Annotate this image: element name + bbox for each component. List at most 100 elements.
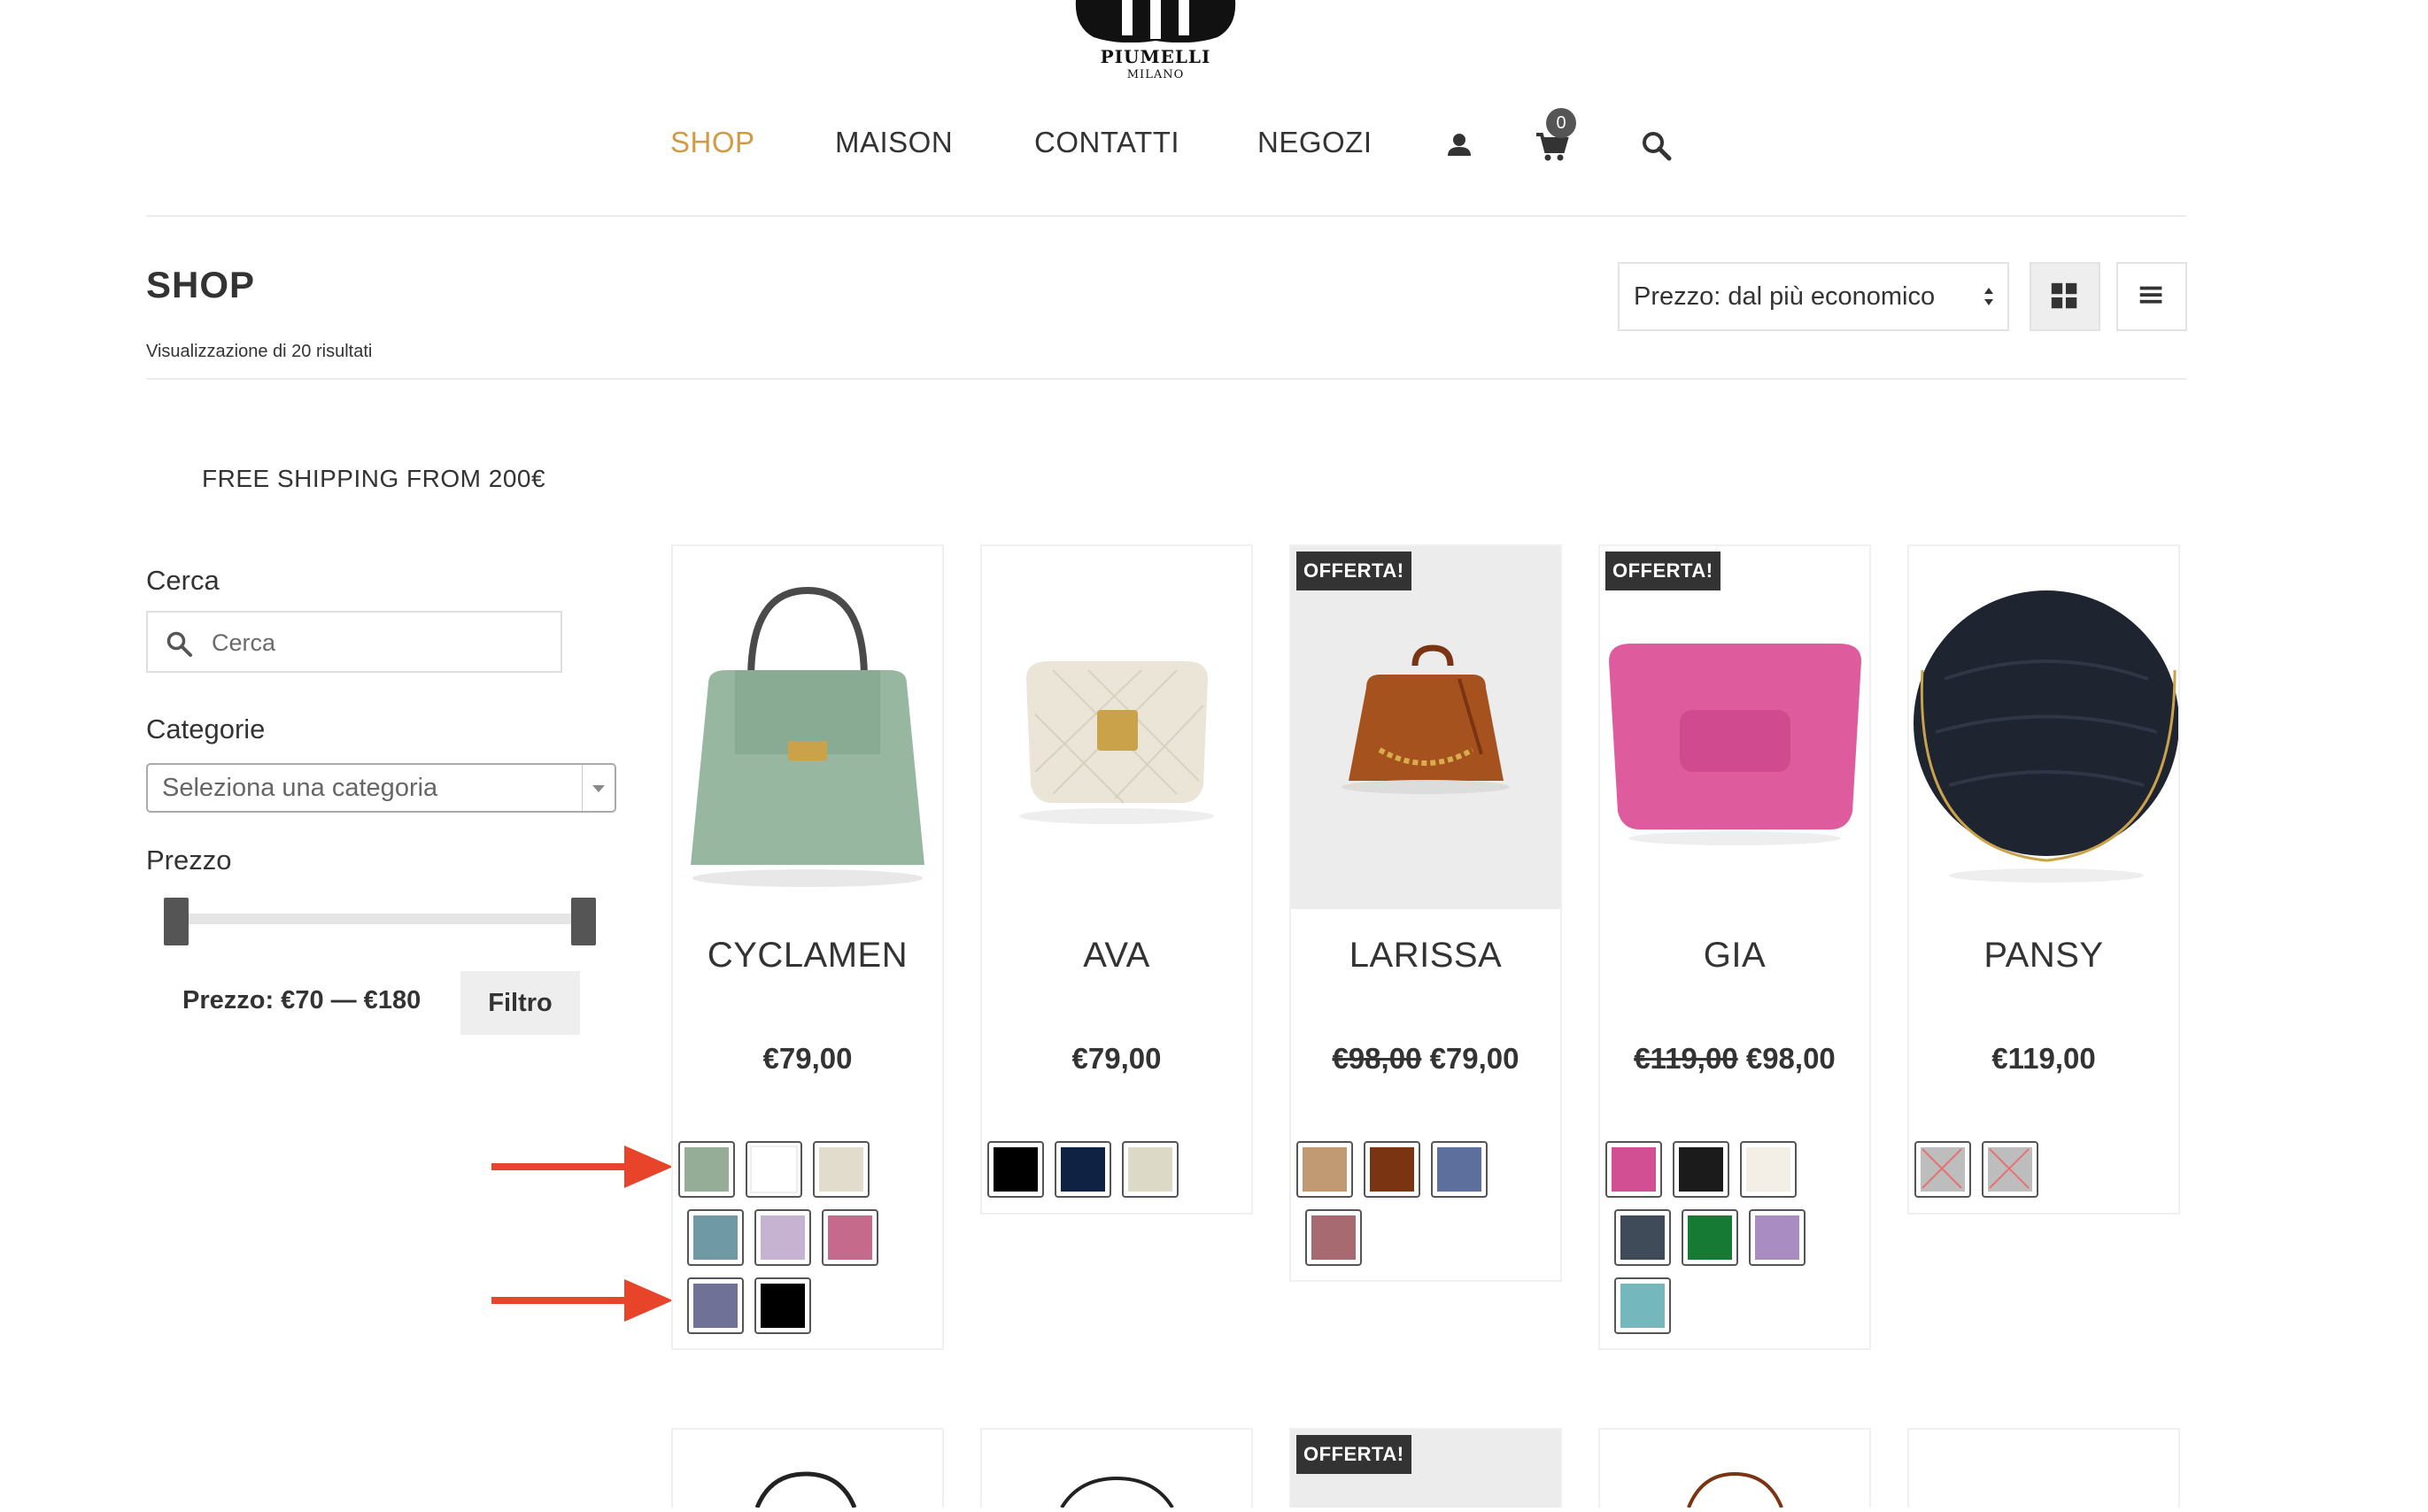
- annotation-arrow-icon: [491, 1146, 673, 1188]
- color-swatch[interactable]: [678, 1141, 735, 1198]
- swatch-aqua: [1619, 1282, 1666, 1330]
- product-name[interactable]: GIA: [1600, 936, 1869, 976]
- price-slider-max-handle[interactable]: [571, 898, 596, 945]
- product-image-handbag[interactable]: [673, 1430, 942, 1508]
- color-swatch[interactable]: [1055, 1141, 1111, 1198]
- color-swatch[interactable]: [1305, 1209, 1362, 1266]
- swatch-green: [1686, 1214, 1734, 1261]
- price-range-label: Prezzo: €70 — €180: [182, 986, 421, 1014]
- price-widget-title: Prezzo: [146, 845, 232, 876]
- list-view-button[interactable]: [2116, 262, 2187, 331]
- product-price: €119,00 €98,00: [1600, 1042, 1869, 1076]
- color-swatch-unavailable[interactable]: [1914, 1141, 1971, 1198]
- product-card[interactable]: [980, 1428, 1253, 1509]
- swatch-denim: [1435, 1146, 1483, 1193]
- product-image-handbag[interactable]: [1291, 546, 1560, 909]
- product-name[interactable]: CYCLAMEN: [673, 936, 942, 976]
- header-divider: [146, 215, 2186, 217]
- product-image-handbag[interactable]: [982, 1430, 1251, 1509]
- nav-shop[interactable]: SHOP: [670, 126, 755, 159]
- color-swatch[interactable]: [1682, 1209, 1738, 1266]
- swatch-navy: [1059, 1146, 1107, 1193]
- color-swatch[interactable]: [1605, 1141, 1662, 1198]
- sort-selected-value: Prezzo: dal più economico: [1634, 282, 1936, 311]
- sale-badge: OFFERTA!: [1605, 552, 1720, 590]
- product-card[interactable]: [1907, 1428, 2180, 1508]
- swatch-white: [750, 1146, 798, 1193]
- swatch-grey: [1919, 1146, 1967, 1193]
- color-swatch[interactable]: [746, 1141, 802, 1198]
- price-slider-track[interactable]: [175, 914, 583, 924]
- color-swatch[interactable]: [1614, 1277, 1671, 1334]
- product-image-handbag[interactable]: [1600, 1430, 1869, 1508]
- product-current-price: €79,00: [1429, 1042, 1519, 1075]
- swatch-brown: [1368, 1146, 1416, 1193]
- color-swatch[interactable]: [754, 1209, 811, 1266]
- swatch-teal-grey: [692, 1214, 739, 1261]
- product-card[interactable]: AVA €79,00: [980, 544, 1253, 1215]
- search-icon[interactable]: [1635, 124, 1679, 168]
- product-card[interactable]: OFFERTA!: [1289, 1428, 1562, 1508]
- color-swatch[interactable]: [1364, 1141, 1420, 1198]
- price-slider-min-handle[interactable]: [164, 898, 189, 945]
- color-swatch[interactable]: [687, 1277, 744, 1334]
- product-image-handbag[interactable]: [1600, 546, 1869, 909]
- color-swatch[interactable]: [987, 1141, 1044, 1198]
- search-icon: [166, 631, 192, 657]
- color-swatch[interactable]: [754, 1277, 811, 1334]
- swatch-slate-blue: [692, 1282, 739, 1330]
- color-swatch[interactable]: [813, 1141, 870, 1198]
- product-image-handbag[interactable]: [982, 546, 1251, 909]
- product-card[interactable]: CYCLAMEN €79,00: [671, 544, 944, 1350]
- product-old-price: €98,00: [1332, 1042, 1422, 1075]
- product-name[interactable]: LARISSA: [1291, 936, 1560, 976]
- swatch-ivory: [1744, 1146, 1792, 1193]
- product-name[interactable]: PANSY: [1909, 936, 2178, 976]
- page-title: SHOP: [146, 264, 256, 305]
- color-swatch[interactable]: [1673, 1141, 1729, 1198]
- product-current-price: €79,00: [1071, 1042, 1162, 1075]
- nav-maison[interactable]: MAISON: [835, 126, 953, 159]
- updown-arrows-icon: [1984, 288, 1993, 305]
- chevron-down-icon: [582, 765, 605, 811]
- color-swatch[interactable]: [687, 1209, 744, 1266]
- category-select[interactable]: Seleziona una categoria: [146, 763, 616, 813]
- search-input[interactable]: [210, 621, 550, 664]
- product-current-price: €119,00: [1991, 1042, 2096, 1075]
- color-swatch[interactable]: [822, 1209, 878, 1266]
- product-name[interactable]: AVA: [982, 936, 1251, 976]
- color-swatch[interactable]: [1749, 1209, 1806, 1266]
- color-swatch[interactable]: [1296, 1141, 1353, 1198]
- product-card[interactable]: OFFERTA! LARISSA €98,00 €79,00: [1289, 544, 1562, 1282]
- product-current-price: €98,00: [1745, 1042, 1836, 1075]
- sidebar-search-field[interactable]: [146, 611, 562, 673]
- sort-select[interactable]: Prezzo: dal più economico: [1618, 262, 2009, 331]
- grid-view-button[interactable]: [2030, 262, 2100, 331]
- product-price: €98,00 €79,00: [1291, 1042, 1560, 1076]
- color-swatch[interactable]: [1614, 1209, 1671, 1266]
- cross-icon: [1922, 1148, 1962, 1189]
- color-swatch[interactable]: [1740, 1141, 1797, 1198]
- product-image-handbag[interactable]: [1909, 546, 2178, 909]
- toolbar-divider: [146, 378, 2186, 380]
- product-card[interactable]: [671, 1428, 944, 1508]
- sale-badge: OFFERTA!: [1296, 1435, 1411, 1474]
- swatch-dusty-rose: [1310, 1214, 1357, 1261]
- list-icon: [2139, 286, 2162, 304]
- nav-contatti[interactable]: CONTATTI: [1034, 126, 1179, 159]
- product-card[interactable]: OFFERTA! GIA €119,00 €98,00: [1598, 544, 1871, 1350]
- user-icon[interactable]: [1437, 124, 1481, 168]
- product-card[interactable]: [1598, 1428, 1871, 1508]
- nav-negozi[interactable]: NEGOZI: [1257, 126, 1373, 159]
- swatch-lavender: [1753, 1214, 1801, 1261]
- color-swatch[interactable]: [1122, 1141, 1179, 1198]
- category-selected-value: Seleziona una categoria: [162, 774, 438, 802]
- product-price: €119,00: [1909, 1042, 2178, 1076]
- filter-button[interactable]: Filtro: [460, 971, 580, 1035]
- color-swatch[interactable]: [1431, 1141, 1488, 1198]
- color-swatch-unavailable[interactable]: [1982, 1141, 2038, 1198]
- product-card[interactable]: PANSY €119,00: [1907, 544, 2180, 1215]
- brand-logo[interactable]: PIUMELLI MILANO: [1058, 0, 1253, 89]
- product-image-handbag[interactable]: [673, 546, 942, 909]
- annotation-arrow-icon: [491, 1279, 673, 1322]
